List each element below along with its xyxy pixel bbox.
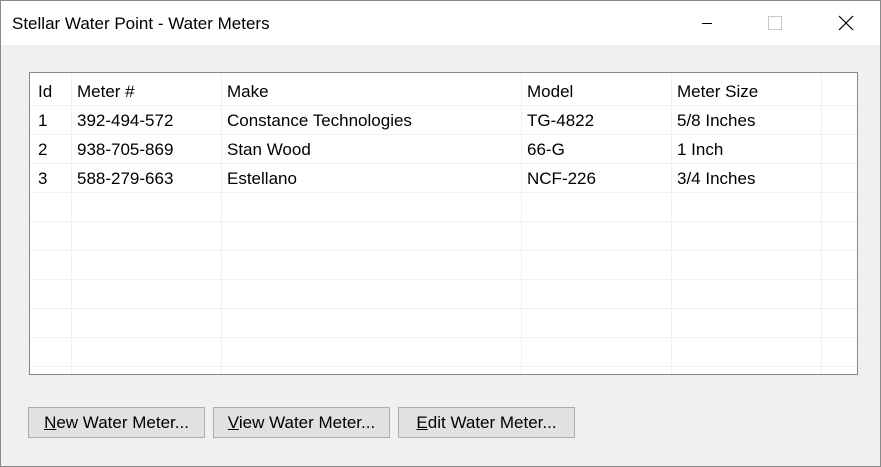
view-button-mnemonic: V [227, 412, 239, 432]
grid-line [30, 221, 857, 222]
cell-model: TG-4822 [527, 111, 595, 130]
close-button[interactable] [823, 1, 869, 45]
cell-id: 2 [38, 140, 48, 159]
edit-button-mnemonic: E [416, 412, 428, 432]
view-button-label: iew Water Meter... [238, 412, 376, 432]
water-meters-list[interactable]: Id Meter # Make Model Meter Size 1 392-4… [29, 72, 858, 375]
close-icon [838, 15, 854, 31]
grid-line [30, 366, 857, 367]
column-header-id[interactable]: Id [38, 77, 70, 106]
cell-meter-number: 588-279-663 [77, 169, 174, 188]
water-meters-window: Stellar Water Point - Water Meters Id Me… [0, 0, 881, 467]
window-title: Stellar Water Point - Water Meters [12, 14, 270, 33]
grid-line [30, 250, 857, 251]
table-row[interactable]: 3 588-279-663 Estellano NCF-226 3/4 Inch… [30, 164, 857, 193]
table-row[interactable]: 2 938-705-869 Stan Wood 66-G 1 Inch [30, 135, 857, 164]
view-water-meter-button[interactable]: View Water Meter... [213, 407, 390, 438]
cell-model: 66-G [527, 140, 565, 159]
cell-make: Stan Wood [227, 140, 311, 159]
grid-line [30, 308, 857, 309]
edit-water-meter-button[interactable]: Edit Water Meter... [398, 407, 575, 438]
maximize-button[interactable] [752, 1, 798, 45]
new-button-label: ew Water Meter... [56, 412, 189, 432]
minimize-button[interactable] [684, 1, 730, 45]
cell-meter-size: 3/4 Inches [677, 169, 756, 188]
column-header-meter-size[interactable]: Meter Size [677, 77, 817, 106]
maximize-icon [768, 16, 782, 30]
table-row[interactable]: 1 392-494-572 Constance Technologies TG-… [30, 106, 857, 135]
cell-meter-number: 938-705-869 [77, 140, 174, 159]
column-header-meter-number[interactable]: Meter # [77, 77, 217, 106]
column-header-row: Id Meter # Make Model Meter Size [30, 77, 857, 106]
cell-id: 3 [38, 169, 48, 188]
edit-button-label: dit Water Meter... [427, 412, 557, 432]
title-bar[interactable]: Stellar Water Point - Water Meters [1, 1, 880, 45]
new-water-meter-button[interactable]: New Water Meter... [28, 407, 205, 438]
grid-line [30, 337, 857, 338]
cell-meter-number: 392-494-572 [77, 111, 174, 130]
column-header-model[interactable]: Model [527, 77, 667, 106]
cell-make: Estellano [227, 169, 297, 188]
new-button-mnemonic: N [44, 412, 57, 432]
cell-model: NCF-226 [527, 169, 596, 188]
cell-meter-size: 5/8 Inches [677, 111, 756, 130]
cell-make: Constance Technologies [227, 111, 412, 130]
cell-meter-size: 1 Inch [677, 140, 724, 159]
grid-line [30, 279, 857, 280]
column-header-make[interactable]: Make [227, 77, 517, 106]
cell-id: 1 [38, 111, 48, 130]
minimize-icon [702, 23, 712, 24]
